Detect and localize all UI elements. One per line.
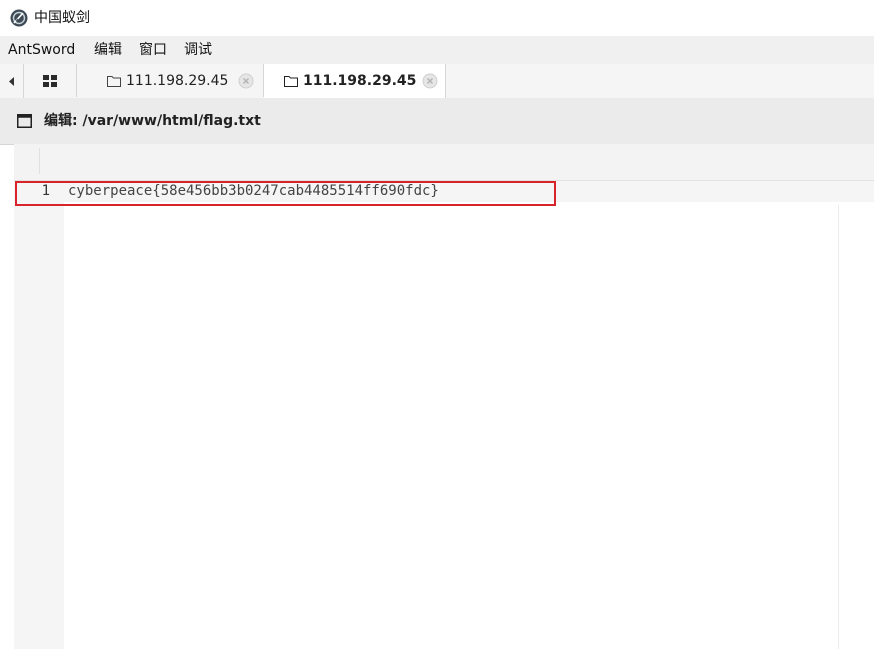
tab-shell-2-active[interactable]: 111.198.29.45 (264, 64, 446, 98)
menu-window[interactable]: 窗口 (139, 41, 167, 59)
editor-toolbar (14, 144, 874, 181)
print-margin-guide (838, 205, 839, 649)
line-content[interactable]: cyberpeace{58e456bb3b0247cab4485514ff690… (68, 181, 439, 202)
tab-shell-1[interactable]: 111.198.29.45 (77, 64, 264, 97)
grid-icon (43, 74, 57, 87)
toolbar-separator (39, 148, 40, 174)
menu-debug[interactable]: 调试 (184, 41, 212, 59)
folder-icon (284, 76, 298, 87)
window-titlebar: 中国蚁剑 (0, 0, 874, 36)
triangle-left-icon (8, 76, 14, 86)
editor-panel-title: 编辑: /var/www/html/flag.txt (44, 113, 261, 129)
code-editor[interactable]: 1 cyberpeace{58e456bb3b0247cab4485514ff6… (14, 144, 874, 649)
tab-close-icon[interactable] (238, 73, 254, 89)
tab-home[interactable] (24, 64, 77, 97)
tab-shell-1-label: 111.198.29.45 (126, 72, 229, 89)
editor-gutter (14, 181, 64, 649)
menu-antsword[interactable]: AntSword (8, 41, 75, 59)
tab-scroll-left-button[interactable] (0, 64, 24, 98)
folder-icon (107, 75, 121, 87)
tab-close-icon[interactable] (422, 73, 438, 89)
menu-edit[interactable]: 编辑 (94, 41, 122, 59)
window-title: 中国蚁剑 (34, 10, 90, 26)
tab-shell-2-label: 111.198.29.45 (303, 73, 417, 89)
line-number: 1 (41, 183, 50, 199)
editor-line[interactable]: 1 cyberpeace{58e456bb3b0247cab4485514ff6… (14, 181, 874, 202)
window-icon (17, 114, 32, 128)
editor-panel-header: 编辑: /var/www/html/flag.txt (0, 98, 874, 145)
tab-bar: 111.198.29.45 111.198.29.45 (0, 64, 874, 99)
antsword-logo-icon (10, 9, 28, 27)
menubar: AntSword 编辑 窗口 调试 (0, 36, 874, 64)
